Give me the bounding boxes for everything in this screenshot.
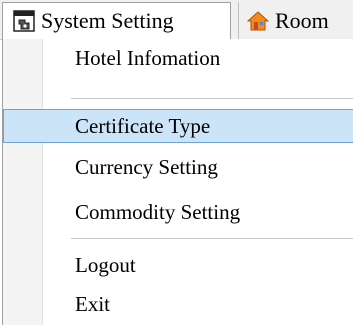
menu-item-label: Commodity Setting — [75, 200, 241, 224]
menu-separator — [71, 238, 353, 239]
menu-room[interactable]: Room — [238, 2, 353, 39]
menu-item-label: Certificate Type — [75, 114, 211, 138]
house-icon — [247, 10, 269, 30]
menu-bar: System Setting Room — [0, 0, 353, 40]
menu-system-setting-label: System Setting — [41, 8, 174, 33]
menu-item-logout[interactable]: Logout — [3, 249, 353, 283]
settings-window-icon — [13, 10, 35, 32]
menu-item-exit[interactable]: Exit — [3, 288, 353, 322]
menu-item-label: Hotel Infomation — [75, 46, 221, 70]
menu-item-label: Exit — [75, 292, 110, 316]
system-setting-dropdown: Hotel Infomation Certificate Type Curren… — [2, 39, 353, 325]
menu-item-label: Logout — [75, 253, 136, 277]
menu-item-currency-setting[interactable]: Currency Setting — [3, 151, 353, 185]
menu-room-label: Room — [275, 7, 329, 33]
menu-system-setting[interactable]: System Setting — [2, 2, 231, 39]
menu-item-hotel-information[interactable]: Hotel Infomation — [3, 42, 353, 76]
menu-item-certificate-type[interactable]: Certificate Type — [3, 109, 353, 143]
menu-separator — [71, 98, 353, 99]
menu-item-commodity-setting[interactable]: Commodity Setting — [3, 196, 353, 230]
menu-item-label: Currency Setting — [75, 155, 218, 179]
